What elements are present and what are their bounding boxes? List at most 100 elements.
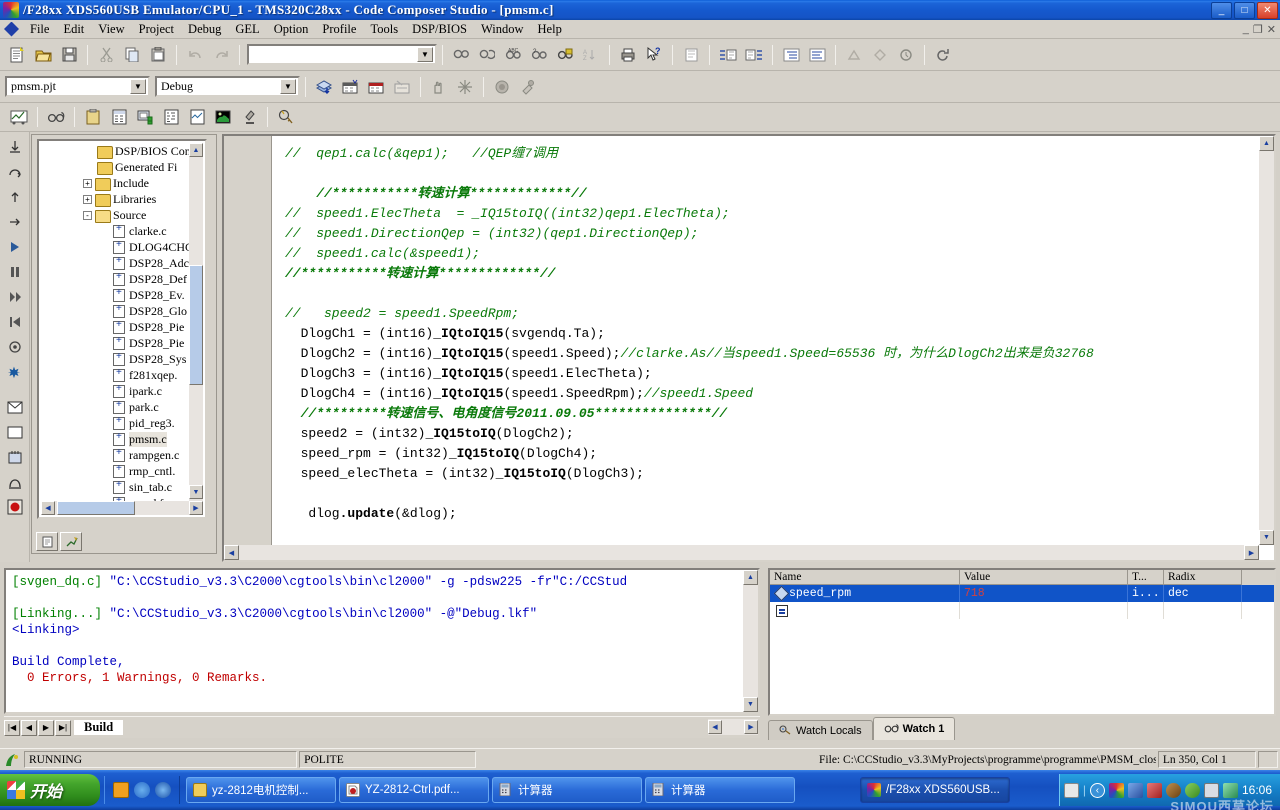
doc-minimize-button[interactable]: _ — [1243, 23, 1249, 36]
go-main-icon[interactable] — [4, 336, 26, 358]
bookmark-prev-icon[interactable] — [742, 43, 766, 67]
editor-code-area[interactable]: // qep1.calc(&qep1); //QEP缠7调用 //*******… — [273, 136, 1259, 545]
incremental-build-icon[interactable] — [338, 75, 362, 99]
find-combo[interactable]: ▼ — [247, 44, 437, 65]
reset-cpu-icon[interactable] — [4, 361, 26, 383]
show-desktop-icon[interactable] — [113, 782, 129, 798]
editor-horizontal-scrollbar[interactable]: ◀ ▶ — [224, 545, 1259, 560]
reload-program-icon[interactable] — [516, 75, 540, 99]
chevron-down-icon[interactable]: ▼ — [417, 47, 433, 62]
context-help-icon[interactable]: ? — [642, 43, 666, 67]
step-over-icon[interactable] — [4, 161, 26, 183]
watch-radix[interactable] — [1164, 602, 1242, 619]
memory-icon[interactable] — [4, 421, 26, 443]
profile-clock-icon[interactable] — [4, 471, 26, 493]
watch-col-value[interactable]: Value — [960, 570, 1128, 585]
tree-node[interactable]: DSP28_Def — [39, 271, 189, 287]
taskbar-clock[interactable]: 16:06 — [1242, 783, 1272, 797]
menu-help[interactable]: Help — [531, 21, 569, 38]
find-again-icon[interactable] — [475, 43, 499, 67]
glasses-icon[interactable] — [44, 105, 68, 129]
scroll-right-button[interactable]: ▶ — [744, 720, 758, 734]
find-icon[interactable] — [449, 43, 473, 67]
copy-icon[interactable] — [120, 43, 144, 67]
menu-profile[interactable]: Profile — [315, 21, 363, 38]
minimize-button[interactable]: _ — [1211, 2, 1232, 19]
register-window-icon[interactable] — [133, 105, 157, 129]
animate-run-icon[interactable] — [4, 286, 26, 308]
tree-node[interactable]: DLOG4CHC. — [39, 239, 196, 255]
build-output-console[interactable]: [svgen_dq.c] "C:\CCStudio_v3.3\C2000\cgt… — [4, 568, 760, 714]
run-to-cursor-icon[interactable] — [4, 211, 26, 233]
scroll-thumb[interactable] — [189, 265, 203, 385]
taskbar-item-2[interactable]: 计算器 — [492, 777, 642, 803]
project-combo[interactable]: pmsm.pjt ▼ — [5, 76, 150, 97]
language-bar-icon[interactable] — [1063, 782, 1079, 798]
tree-node[interactable]: + Libraries — [39, 191, 189, 207]
tree-node[interactable]: ipark.c — [39, 383, 189, 399]
tree-node[interactable]: DSP28_Pie — [39, 319, 189, 335]
tab-watch-1[interactable]: Watch 1 — [872, 717, 956, 740]
scroll-up-button[interactable]: ▲ — [1259, 136, 1274, 151]
step-into-icon[interactable] — [4, 136, 26, 158]
watch-window[interactable]: Name Value T... Radix speed_rpm 718 i...… — [768, 568, 1276, 716]
scroll-up-button[interactable]: ▲ — [189, 143, 203, 157]
disassembly-icon[interactable] — [159, 105, 183, 129]
tree-node[interactable]: rampgen.c — [39, 447, 189, 463]
reset-icon[interactable] — [931, 43, 955, 67]
editor-vertical-scrollbar[interactable]: ▲ ▼ — [1259, 136, 1274, 545]
tree-node[interactable]: DSP28_Glo — [39, 303, 189, 319]
taskbar-item-0[interactable]: yz-2812电机控制... — [186, 777, 336, 803]
find-in-files-icon[interactable]: ABC — [501, 43, 525, 67]
menu-file[interactable]: File — [23, 21, 56, 38]
indent-icon[interactable] — [779, 43, 803, 67]
collapse-icon[interactable]: - — [83, 210, 92, 220]
taskbar-item-1[interactable]: YZ-2812-Ctrl.pdf... — [339, 777, 489, 803]
scroll-left-button[interactable]: ◀ — [41, 501, 55, 515]
image-window-icon[interactable] — [211, 105, 235, 129]
restart-icon[interactable] — [4, 311, 26, 333]
bookmark-next-icon[interactable] — [716, 43, 740, 67]
tree-node[interactable]: f281xqep. — [39, 367, 189, 383]
probe-icon[interactable] — [237, 105, 261, 129]
animate-icon[interactable] — [274, 105, 298, 129]
watch-value[interactable] — [960, 602, 1128, 619]
tab-watch-locals[interactable]: Watch Locals — [768, 720, 873, 740]
tray-expand-icon[interactable]: ‹ — [1089, 782, 1105, 798]
cut-icon[interactable] — [94, 43, 118, 67]
tree-node[interactable]: DSP28_Sys — [39, 351, 189, 367]
menu-gel[interactable]: GEL — [228, 21, 266, 38]
open-file-icon[interactable] — [31, 43, 55, 67]
load-program-icon[interactable] — [490, 75, 514, 99]
undo-icon[interactable] — [183, 43, 207, 67]
tree-node[interactable]: pid_reg3. — [39, 415, 189, 431]
tray-app3-icon[interactable] — [1146, 782, 1162, 798]
tree-node[interactable]: DSP28_Adc — [39, 255, 189, 271]
watch-col-radix[interactable]: Radix — [1164, 570, 1242, 585]
scroll-down-button[interactable]: ▼ — [743, 697, 758, 712]
bookmarks-view-tab[interactable] — [60, 532, 82, 551]
menu-view[interactable]: View — [91, 21, 131, 38]
run-icon[interactable] — [4, 236, 26, 258]
clipboard-icon[interactable] — [81, 105, 105, 129]
scroll-down-button[interactable]: ▼ — [189, 485, 203, 499]
tab-build[interactable]: Build — [74, 720, 124, 735]
chevron-down-icon[interactable]: ▼ — [280, 79, 296, 94]
watch-col-name[interactable]: Name — [770, 570, 960, 585]
project-tree[interactable]: DSP/BIOS Con Generated Fi + Include + Librari… — [37, 139, 207, 519]
mail-icon[interactable] — [4, 396, 26, 418]
save-icon[interactable] — [57, 43, 81, 67]
profile-point-icon[interactable] — [894, 43, 918, 67]
watch-value[interactable]: 718 — [960, 585, 1128, 602]
tree-node[interactable]: rmp_cntl. — [39, 463, 189, 479]
stop-build-icon[interactable] — [390, 75, 414, 99]
rebuild-all-icon[interactable] — [364, 75, 388, 99]
watch-row-new[interactable] — [770, 602, 1274, 619]
watch-radix[interactable]: dec — [1164, 585, 1242, 602]
scroll-right-button[interactable]: ▶ — [189, 501, 203, 515]
taskbar-item-4[interactable]: /F28xx XDS560USB... — [860, 777, 1010, 803]
cpu-window-icon[interactable] — [185, 105, 209, 129]
tree-node[interactable]: DSP28_Pie — [39, 335, 189, 351]
scroll-down-button[interactable]: ▼ — [1259, 530, 1274, 545]
menu-window[interactable]: Window — [474, 21, 531, 38]
